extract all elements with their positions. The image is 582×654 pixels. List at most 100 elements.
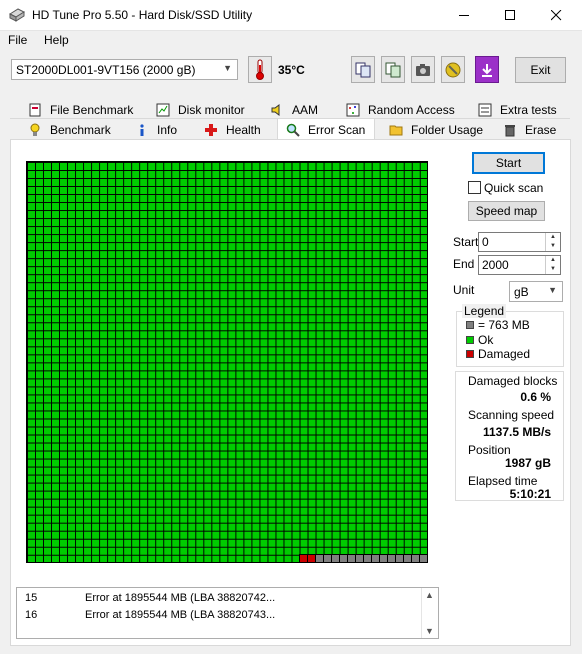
elapsed-time-label: Elapsed time: [468, 474, 538, 488]
tab-label: File Benchmark: [50, 103, 134, 117]
start-field-label: Start: [453, 235, 479, 249]
trash-icon: [505, 125, 515, 137]
speaker-icon: [271, 104, 280, 116]
copy-icon: [355, 62, 371, 77]
legend-swatch-green: [466, 336, 474, 344]
scan-map-grid: [26, 161, 428, 563]
spin-arrows-icon[interactable]: ▲ ▼: [545, 256, 560, 274]
end-spinbox[interactable]: 2000 ▲ ▼: [478, 255, 561, 275]
pending-block: [419, 554, 428, 563]
minimize-icon: [458, 14, 469, 16]
minimize-button[interactable]: [441, 0, 487, 30]
error-log-list[interactable]: 15 Error at 1895544 MB (LBA 38820742... 1…: [16, 587, 439, 639]
legend-item: Damaged: [466, 347, 530, 361]
tab-label: Benchmark: [50, 123, 111, 137]
menu-help[interactable]: Help: [44, 33, 69, 47]
damaged-blocks-label: Damaged blocks: [468, 374, 558, 388]
options-button[interactable]: [441, 56, 465, 83]
spin-arrows-icon[interactable]: ▲ ▼: [545, 233, 560, 251]
tab-extra-tests[interactable]: Extra tests: [478, 100, 557, 120]
scanning-speed-label: Scanning speed: [468, 408, 555, 422]
health-cross-icon: [205, 124, 217, 136]
maximize-icon: [504, 9, 515, 20]
log-row[interactable]: 15 Error at 1895544 MB (LBA 38820742...: [25, 592, 275, 604]
tab-label: Random Access: [368, 103, 455, 117]
magnifier-icon: [286, 123, 300, 137]
unit-select[interactable]: gB ▼: [509, 281, 563, 302]
log-row[interactable]: 16 Error at 1895544 MB (LBA 38820743...: [25, 609, 275, 621]
app-icon: [9, 8, 25, 22]
tab-label: Erase: [525, 123, 557, 137]
tab-label: Health: [226, 123, 261, 137]
menu-bar: [0, 31, 582, 51]
extra-tests-icon: [478, 103, 492, 117]
legend-title: Legend: [462, 304, 507, 318]
position-label: Position: [468, 443, 511, 457]
start-button[interactable]: Start: [472, 152, 545, 174]
scroll-down-icon[interactable]: ▼: [425, 626, 434, 636]
download-arrow-icon: [482, 63, 492, 77]
log-text: Error at 1895544 MB (LBA 38820743...: [85, 609, 276, 621]
tab-health[interactable]: Health: [204, 120, 261, 140]
tab-benchmark[interactable]: Benchmark: [28, 120, 111, 140]
copy-text-button[interactable]: [351, 56, 375, 83]
legend-swatch-gray: [466, 321, 474, 329]
temperature-value: 35°C: [278, 63, 305, 77]
menu-file[interactable]: File: [8, 33, 27, 47]
legend-item: Ok: [466, 333, 493, 347]
position-value: 1987 gB: [504, 456, 551, 470]
screenshot-button[interactable]: [411, 56, 435, 83]
save-button[interactable]: [475, 56, 499, 83]
temperature-button[interactable]: [248, 56, 272, 83]
wrench-icon: [445, 62, 461, 77]
tab-erase[interactable]: Erase: [503, 120, 556, 140]
disk-monitor-icon: [156, 103, 170, 117]
tab-label: Error Scan: [308, 122, 366, 137]
close-button[interactable]: [533, 0, 579, 30]
legend-label: Ok: [478, 333, 494, 347]
chevron-down-icon: ▼: [223, 63, 232, 73]
tab-file-benchmark[interactable]: File Benchmark: [28, 100, 133, 120]
camera-icon: [416, 63, 430, 76]
copy-image-icon: [385, 62, 401, 77]
tab-label: Disk monitor: [178, 103, 245, 117]
quick-scan-checkbox[interactable]: [468, 181, 481, 194]
unit-label: Unit: [453, 283, 475, 297]
folder-icon: [389, 125, 403, 136]
file-benchmark-icon: [29, 103, 41, 117]
drive-select-value: ST2000DL001-9VT156 (2000 gB): [16, 63, 196, 77]
start-spinbox[interactable]: 0 ▲ ▼: [478, 232, 561, 252]
tab-label: Folder Usage: [411, 123, 484, 137]
log-number: 15: [25, 592, 38, 604]
drive-select[interactable]: ST2000DL001-9VT156 (2000 gB) ▼: [11, 59, 238, 80]
info-icon: [140, 124, 144, 136]
tab-disk-monitor[interactable]: Disk monitor: [156, 100, 245, 120]
log-number: 16: [25, 609, 38, 621]
scanning-speed-value: 1137.5 MB/s: [482, 425, 551, 439]
copy-image-button[interactable]: [381, 56, 405, 83]
start-field-value: 0: [482, 235, 489, 249]
end-field-label: End: [453, 257, 475, 271]
tab-label: Info: [157, 123, 178, 137]
tab-info[interactable]: Info: [135, 120, 177, 140]
end-field-value: 2000: [482, 258, 509, 272]
chevron-down-icon: ▼: [548, 285, 557, 295]
speed-map-button[interactable]: Speed map: [468, 201, 545, 221]
tab-error-scan[interactable]: Error Scan: [277, 118, 375, 140]
log-text: Error at 1895544 MB (LBA 38820742...: [85, 592, 276, 604]
maximize-button[interactable]: [487, 0, 533, 30]
tab-folder-usage[interactable]: Folder Usage: [389, 120, 483, 140]
tab-label: Extra tests: [500, 103, 557, 117]
unit-select-value: gB: [514, 285, 529, 299]
legend-label: = 763 MB: [478, 318, 530, 332]
tab-label: AAM: [292, 103, 319, 117]
scroll-up-icon[interactable]: ▲: [425, 590, 434, 600]
log-scrollbar[interactable]: ▲ ▼: [421, 588, 438, 638]
tab-aam[interactable]: AAM: [270, 100, 318, 120]
window-title: HD Tune Pro 5.50 - Hard Disk/SSD Utility: [32, 8, 253, 22]
tab-random-access[interactable]: Random Access: [346, 100, 455, 120]
damaged-blocks-value: 0.6 %: [520, 390, 551, 404]
legend-label: Damaged: [478, 347, 531, 361]
exit-button[interactable]: Exit: [515, 57, 566, 83]
thermometer-icon: [256, 59, 264, 80]
